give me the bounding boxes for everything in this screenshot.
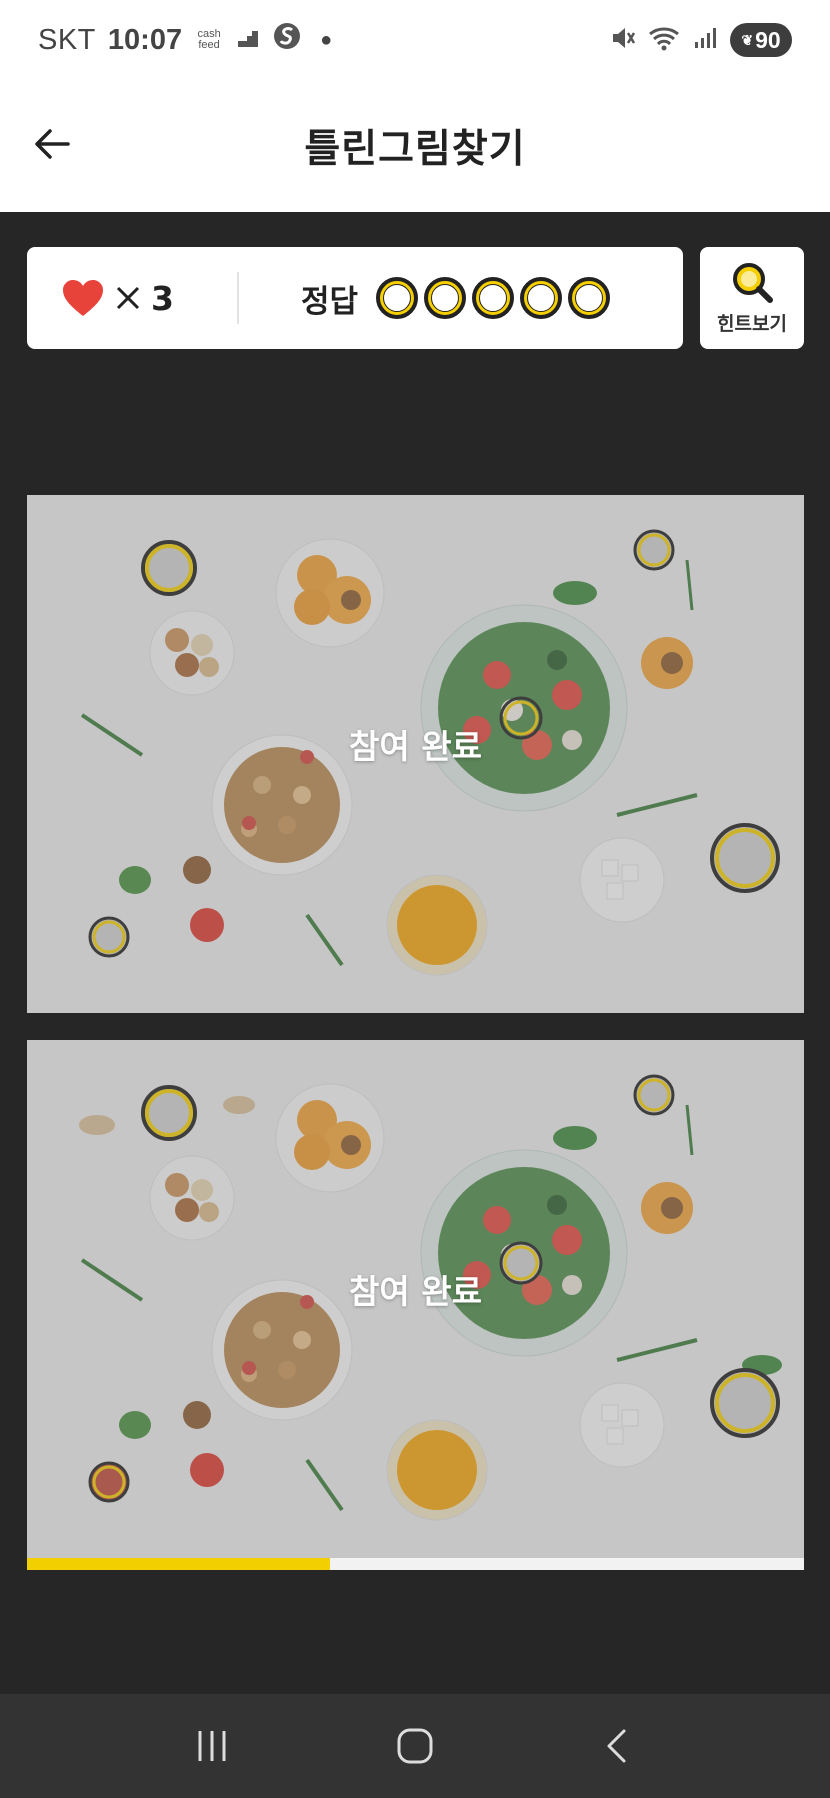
answer-slot: [520, 277, 563, 319]
game-status-panel: 3 정답: [27, 247, 683, 349]
status-bar: SKT 10:07 cash feed ● ❦ 90: [0, 0, 830, 80]
home-button[interactable]: [375, 1716, 455, 1776]
arrow-left-icon: [35, 129, 70, 159]
magnifier-icon: [733, 262, 773, 303]
answer-slot: [424, 277, 467, 319]
battery-level: 90: [755, 26, 781, 53]
answer-slot: [376, 277, 419, 319]
battery-indicator: ❦ 90: [730, 23, 792, 57]
multiply-icon: [116, 286, 140, 310]
answer-slot: [568, 277, 611, 319]
divider: [237, 272, 239, 324]
wifi-icon: [648, 25, 682, 55]
progress-bar: [27, 1558, 804, 1570]
cashfeed-icon: cash feed: [197, 28, 221, 51]
stairs-icon: [236, 24, 260, 57]
progress-fill: [27, 1558, 331, 1570]
answers-label: 정답: [301, 283, 359, 320]
notification-dot-icon: ●: [320, 28, 333, 51]
s-logo-icon: [272, 21, 302, 59]
clock: 10:07: [107, 23, 183, 56]
system-nav-bar: [0, 1694, 830, 1798]
back-button[interactable]: [28, 120, 76, 168]
recent-apps-button[interactable]: [172, 1716, 252, 1776]
answers-indicator: 정답: [301, 276, 611, 321]
carrier-label: SKT: [38, 23, 96, 56]
completed-label: 참여 완료: [349, 727, 482, 766]
page-title: 틀린그림찾기: [304, 127, 526, 172]
top-image[interactable]: 참여 완료: [27, 495, 804, 1013]
lives-indicator: 3: [27, 278, 237, 318]
bottom-image[interactable]: 참여 완료: [27, 1040, 804, 1558]
completed-label: 참여 완료: [349, 1272, 482, 1311]
back-icon: [607, 1729, 626, 1763]
lives-count: 3: [151, 278, 174, 318]
system-back-button[interactable]: [578, 1716, 658, 1776]
heart-icon: [63, 280, 103, 316]
recent-apps-icon: [198, 1731, 226, 1761]
signal-icon: [694, 26, 718, 54]
leaf-icon: ❦: [741, 31, 754, 48]
mute-icon: [610, 25, 636, 55]
hint-label: 힌트보기: [717, 312, 787, 335]
home-icon: [397, 1728, 433, 1764]
app-header: 틀린그림찾기: [0, 80, 830, 212]
answer-slot: [472, 277, 515, 319]
hint-button[interactable]: 힌트보기: [700, 247, 804, 349]
